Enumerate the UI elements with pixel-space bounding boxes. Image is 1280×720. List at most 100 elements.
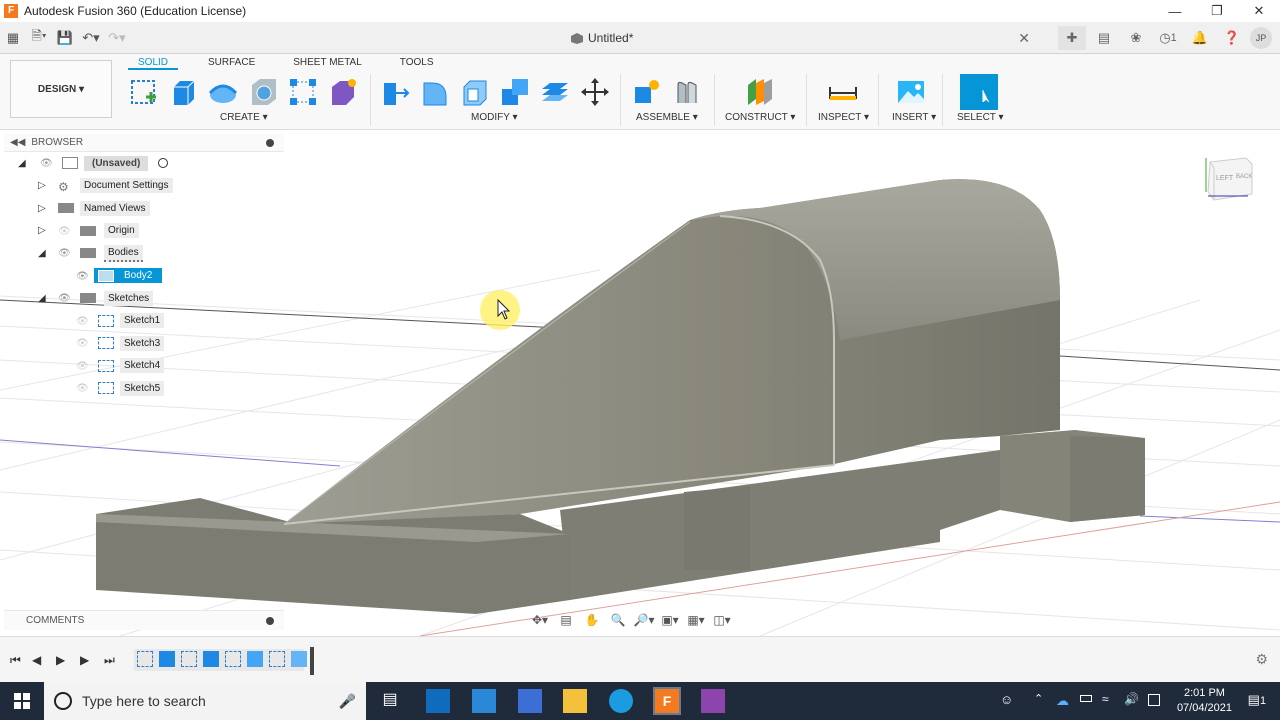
volume-icon[interactable]: 🔊 <box>1124 692 1139 706</box>
expand-triangle-icon[interactable]: ▷ <box>38 203 48 214</box>
browser-item-sketches[interactable]: ◢ 👁 Sketches <box>4 287 284 310</box>
grid-settings-icon[interactable]: ▦▾ <box>684 611 708 629</box>
file-menu-icon[interactable]: 🗎▾ <box>26 26 52 50</box>
press-pull-icon[interactable] <box>378 76 412 108</box>
hidden-eye-icon[interactable]: 👁 <box>76 361 92 372</box>
redo-icon[interactable]: ↷▾ <box>104 26 130 50</box>
expand-triangle-icon[interactable]: ◢ <box>38 248 48 259</box>
insert-image-icon[interactable] <box>894 76 928 108</box>
new-component-icon[interactable] <box>630 76 664 108</box>
browser-item-sketch1[interactable]: 👁 Sketch1 <box>4 310 284 333</box>
fillet-icon[interactable] <box>418 76 452 108</box>
fusion-taskbar-icon[interactable]: F <box>653 687 681 715</box>
maximize-button[interactable]: ❐ <box>1196 0 1238 22</box>
new-tab-icon[interactable]: ✚ <box>1058 26 1086 50</box>
collapse-browser-icon[interactable]: ◀◀ <box>10 137 25 148</box>
move-copy-icon[interactable] <box>578 76 612 108</box>
select-group-label[interactable]: SELECT ▾ <box>957 112 1004 123</box>
onedrive-icon[interactable]: ☁ <box>1056 693 1069 709</box>
browser-item-sketch3[interactable]: 👁 Sketch3 <box>4 332 284 355</box>
step-back-icon[interactable]: ◀ <box>32 653 41 667</box>
play-icon[interactable]: ▶ <box>56 653 65 667</box>
comments-icon[interactable]: ▤ <box>1090 26 1118 50</box>
orbit-icon[interactable]: ✥▾ <box>528 611 552 629</box>
select-icon[interactable] <box>960 74 998 110</box>
hidden-eye-icon[interactable]: 👁 <box>76 383 92 394</box>
tab-solid[interactable]: SOLID <box>128 56 179 70</box>
browser-root[interactable]: ◢ 👁 (Unsaved) <box>4 152 284 175</box>
timeline-sketch-icon[interactable] <box>137 651 153 667</box>
wifi-icon[interactable]: ≈ <box>1102 692 1109 706</box>
hidden-eye-icon[interactable]: 👁 <box>76 338 92 349</box>
pin-icon[interactable] <box>266 138 274 147</box>
joint-icon[interactable] <box>670 76 704 108</box>
pan-icon[interactable]: ✋ <box>580 611 604 629</box>
expand-triangle-icon[interactable]: ◢ <box>18 158 28 169</box>
fit-icon[interactable]: 🔎▾ <box>632 611 656 629</box>
expand-triangle-icon[interactable]: ▷ <box>38 180 48 191</box>
browser-item-origin[interactable]: ▷ 👁 Origin <box>4 220 284 243</box>
task-view-icon[interactable]: ▤ <box>378 689 402 713</box>
viewports-icon[interactable]: ◫▾ <box>710 611 734 629</box>
user-avatar[interactable]: JP <box>1250 27 1272 49</box>
pattern-icon[interactable] <box>286 76 320 108</box>
mail-icon[interactable] <box>472 689 496 713</box>
notifications-icon[interactable]: 🔔 <box>1186 26 1214 50</box>
display-settings-icon[interactable]: ▣▾ <box>658 611 682 629</box>
timeline-settings-gear-icon[interactable]: ⚙ <box>1255 651 1268 668</box>
create-form-icon[interactable] <box>326 76 360 108</box>
language-icon[interactable] <box>1148 694 1160 706</box>
tab-surface[interactable]: SURFACE <box>198 56 265 70</box>
measure-icon[interactable] <box>826 76 860 108</box>
add-comment-icon[interactable] <box>266 616 274 625</box>
tab-sheet-metal[interactable]: SHEET METAL <box>283 56 372 70</box>
edge-icon[interactable] <box>609 689 633 713</box>
taskbar-search[interactable]: Type here to search 🎤 <box>44 682 366 720</box>
insert-group-label[interactable]: INSERT ▾ <box>892 112 936 123</box>
inspect-group-label[interactable]: INSPECT ▾ <box>818 112 869 123</box>
close-button[interactable]: ✕ <box>1238 0 1280 22</box>
tab-tools[interactable]: TOOLS <box>390 56 444 70</box>
file-explorer-icon[interactable] <box>563 689 587 713</box>
close-tab-icon[interactable]: ✕ <box>1018 30 1030 47</box>
outlook-icon[interactable] <box>426 689 450 713</box>
timeline-marker[interactable] <box>310 647 314 675</box>
offset-face-icon[interactable] <box>538 76 572 108</box>
browser-item-sketch4[interactable]: 👁 Sketch4 <box>4 355 284 378</box>
create-group-label[interactable]: CREATE ▾ <box>220 112 268 123</box>
expand-triangle-icon[interactable]: ▷ <box>38 225 48 236</box>
save-icon[interactable]: 💾 <box>52 26 78 50</box>
data-panel-grid-icon[interactable]: ▦ <box>0 26 26 50</box>
timeline-loft-icon[interactable] <box>247 651 263 667</box>
visibility-eye-icon[interactable]: 👁 <box>40 158 56 169</box>
timeline-sketch-icon[interactable] <box>225 651 241 667</box>
store-icon[interactable] <box>518 689 542 713</box>
revolve-icon[interactable] <box>206 76 240 108</box>
browser-item-named-views[interactable]: ▷ Named Views <box>4 197 284 220</box>
teams-icon[interactable] <box>701 689 725 713</box>
construct-group-label[interactable]: CONSTRUCT ▾ <box>725 112 795 123</box>
microphone-icon[interactable]: 🎤 <box>339 693 356 710</box>
help-icon[interactable]: ❓ <box>1218 26 1246 50</box>
extrude-icon[interactable] <box>166 76 200 108</box>
minimize-button[interactable]: — <box>1154 0 1196 22</box>
comments-panel[interactable]: COMMENTS <box>4 610 284 630</box>
timeline-extrude-icon[interactable] <box>203 651 219 667</box>
expand-triangle-icon[interactable]: ◢ <box>38 293 48 304</box>
offset-plane-icon[interactable] <box>742 76 776 108</box>
view-cube[interactable]: LEFT BACK <box>1198 148 1258 208</box>
look-at-icon[interactable]: ▤ <box>554 611 578 629</box>
people-icon[interactable]: ☺ <box>1000 692 1013 707</box>
create-sketch-icon[interactable] <box>126 76 160 108</box>
visibility-eye-icon[interactable]: 👁 <box>58 293 74 304</box>
combine-icon[interactable] <box>498 76 532 108</box>
hidden-eye-icon[interactable]: 👁 <box>76 316 92 327</box>
modify-group-label[interactable]: MODIFY ▾ <box>471 112 518 123</box>
browser-item-body2[interactable]: 👁 Body2 <box>4 265 284 288</box>
browser-item-sketch5[interactable]: 👁 Sketch5 <box>4 377 284 400</box>
go-to-start-icon[interactable]: ⏮ <box>10 653 21 668</box>
hole-icon[interactable] <box>246 76 280 108</box>
workspace-switcher[interactable]: DESIGN ▾ <box>10 60 112 118</box>
visibility-eye-icon[interactable]: 👁 <box>76 271 92 282</box>
notification-center-icon[interactable]: ▤1 <box>1248 692 1266 708</box>
